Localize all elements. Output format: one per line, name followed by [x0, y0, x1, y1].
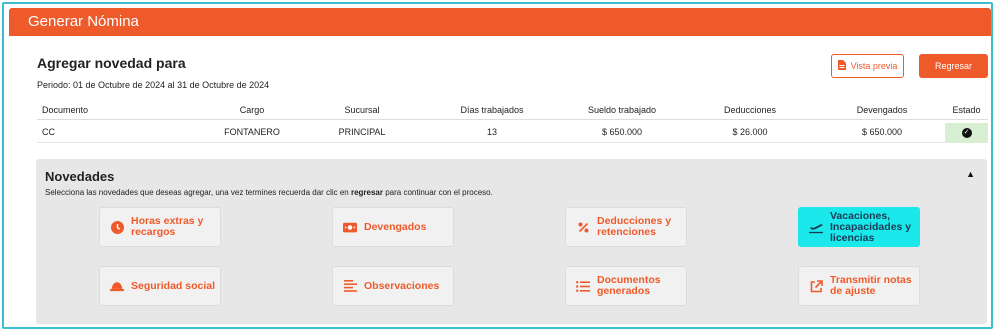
percent-icon [576, 220, 590, 234]
check-circle-icon: ✓ [961, 128, 972, 138]
cell-sucursal: PRINCIPAL [338, 127, 386, 137]
card-documentos[interactable]: Documentos generados [565, 266, 687, 306]
money-icon [343, 220, 357, 234]
helmet-icon [110, 279, 124, 293]
period-text: Periodo: 01 de Octubre de 2024 al 31 de … [37, 80, 270, 90]
col-deducciones: Deducciones [723, 105, 777, 115]
card-transmitir-notas[interactable]: Transmitir notas de ajuste [798, 266, 920, 306]
align-left-icon [343, 279, 357, 293]
card-horas-extras[interactable]: Horas extras y recargos [99, 207, 221, 247]
novedades-panel: Novedades Selecciona las novedades que d… [36, 159, 987, 324]
card-devengados[interactable]: Devengados [332, 207, 454, 247]
cell-sueldo: $ 650.000 [601, 127, 643, 137]
card-label: Documentos generados [597, 274, 661, 297]
list-icon [576, 279, 590, 293]
employee-table: Documento Cargo Sucursal Días trabajados… [37, 103, 988, 143]
collapse-toggle-icon[interactable]: ▲ [966, 169, 975, 179]
page-title: Agregar novedad para [37, 55, 186, 71]
back-button[interactable]: Regresar [919, 54, 988, 78]
plane-icon [809, 220, 823, 234]
card-seguridad-social[interactable]: Seguridad social [99, 266, 221, 306]
col-estado: Estado [952, 105, 981, 115]
card-deducciones[interactable]: Deducciones y retenciones [565, 207, 687, 247]
pdf-icon [837, 60, 846, 72]
table-header: Documento Cargo Sucursal Días trabajados… [37, 103, 988, 120]
card-label: Transmitir notas de ajuste [830, 274, 912, 297]
cell-dias: 13 [486, 127, 497, 137]
col-documento: Documento [42, 105, 89, 115]
cell-deducciones: $ 26.000 [732, 127, 768, 137]
status-badge: ✓ [945, 123, 988, 143]
col-devengados: Devengados [856, 105, 908, 115]
clock-icon [110, 220, 124, 234]
panel-title: Novedades [45, 169, 115, 184]
col-sueldo: Sueldo trabajado [587, 105, 657, 115]
external-link-icon [809, 279, 823, 293]
card-label: Observaciones [364, 279, 440, 292]
card-label: Seguridad social [131, 279, 216, 292]
card-vacaciones[interactable]: Vacaciones, Incapacidades y licencias [798, 207, 920, 247]
cell-documento: CC [42, 127, 55, 137]
preview-button[interactable]: Vista previa [831, 54, 904, 78]
card-label: Vacaciones, Incapacidades y licencias [830, 209, 912, 244]
title-bar: Generar Nómina [9, 8, 991, 36]
window-title: Generar Nómina [28, 13, 139, 30]
col-dias: Días trabajados [460, 105, 524, 115]
preview-button-label: Vista previa [850, 61, 898, 71]
card-label: Horas extras y recargos [131, 215, 204, 238]
table-row: CC FONTANERO PRINCIPAL 13 $ 650.000 $ 26… [37, 123, 988, 143]
card-observaciones[interactable]: Observaciones [332, 266, 454, 306]
col-cargo: Cargo [239, 105, 265, 115]
cell-devengados: $ 650.000 [861, 127, 903, 137]
cell-cargo: FONTANERO [224, 127, 280, 137]
col-sucursal: Sucursal [344, 105, 380, 115]
card-label: Deducciones y retenciones [597, 215, 672, 238]
panel-instructions: Selecciona las novedades que deseas agre… [45, 188, 493, 197]
card-label: Devengados [364, 220, 427, 233]
